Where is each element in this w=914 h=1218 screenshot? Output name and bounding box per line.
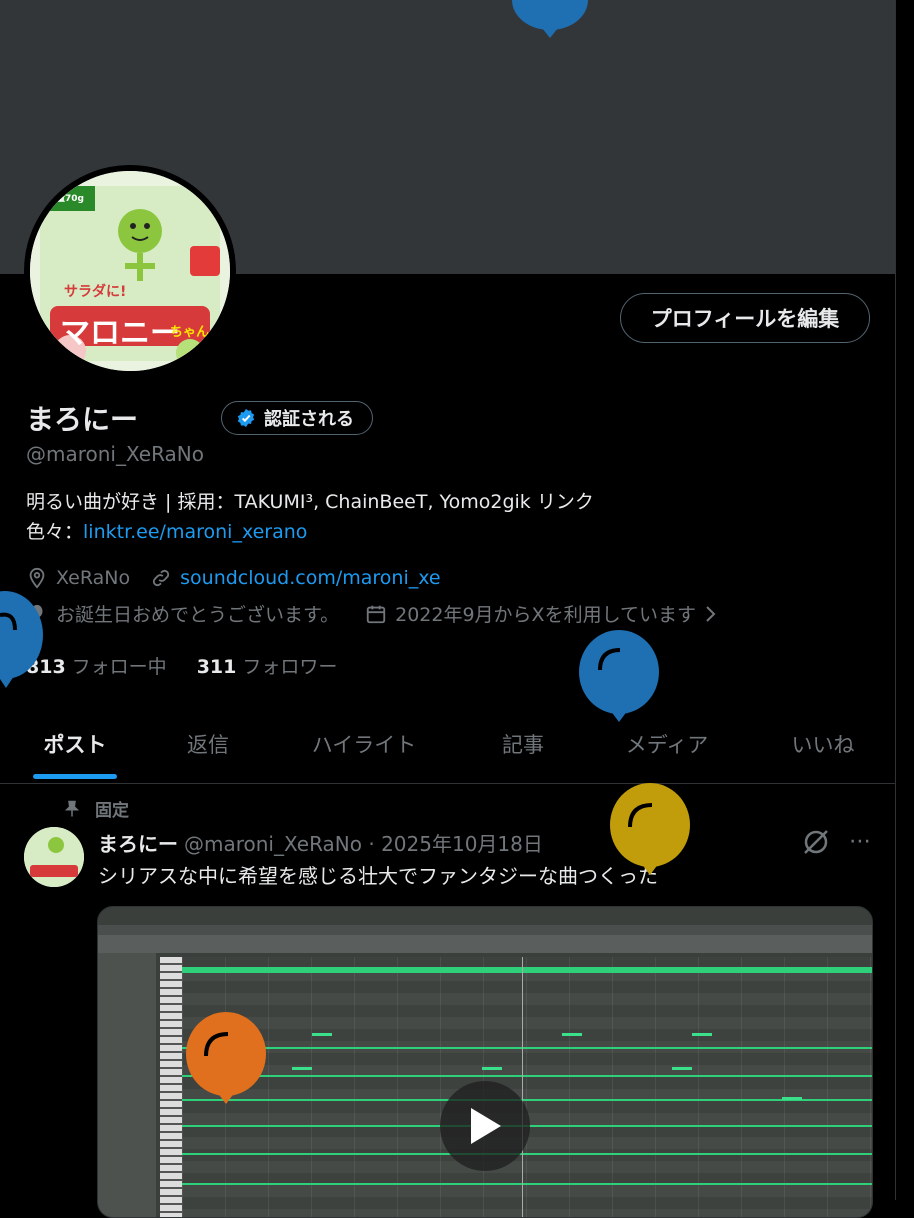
bio-line-1: 明るい曲が好き | 採用：TAKUMI³, ChainBeeT, Yomo2gi… (26, 491, 594, 513)
bio-link[interactable]: linktr.ee/maroni_xerano (83, 521, 307, 543)
daw-piano-roll (182, 957, 872, 1217)
profile-meta-row-2: お誕生日おめでとうございます。 2022年9月からXを利用しています (26, 600, 720, 627)
following-label: フォロー中 (71, 656, 167, 678)
pinned-indicator: 固定 (63, 796, 129, 821)
location-text: XeRaNo (56, 567, 131, 589)
avatar-badge-text: 内容量70g (38, 194, 84, 204)
play-icon (471, 1108, 501, 1144)
profile-bio: 明るい曲が好き | 採用：TAKUMI³, ChainBeeT, Yomo2gi… (26, 487, 866, 547)
profile-handle: @maroni_XeRaNo (26, 442, 205, 466)
right-divider (895, 0, 914, 1200)
location-icon (29, 567, 45, 589)
balloon-icon (0, 591, 43, 688)
avatar-slogan-text: サラダに! (64, 284, 127, 300)
active-tab-indicator (33, 774, 117, 779)
profile-meta-row-1: XeRaNo soundcloud.com/maroni_xe (26, 567, 441, 589)
balloon-icon (186, 1012, 266, 1104)
tweet-header: まろにー @maroni_XeRaNo · 2025年10月18日 (98, 828, 543, 857)
bio-line-2-prefix: 色々： (26, 521, 84, 543)
balloon-icon (512, 0, 588, 38)
followers-count: 311 (196, 656, 237, 678)
tab-posts[interactable]: ポスト (0, 705, 150, 783)
video-play-button[interactable] (440, 1081, 530, 1171)
profile-avatar[interactable]: 内容量70g サラダに! マロニー ちゃん (24, 165, 236, 377)
pinned-label: 固定 (95, 801, 129, 821)
tweet-author-name[interactable]: まろにー (98, 832, 178, 856)
pin-icon (64, 800, 80, 816)
avatar-product-text: マロニー (60, 316, 180, 351)
profile-tabs: ポスト 返信 ハイライト 記事 メディア いいね (0, 705, 896, 784)
avatar-suffix-text: ちゃん (170, 325, 210, 340)
tab-likes[interactable]: いいね (750, 705, 896, 783)
daw-menubar (98, 925, 872, 935)
balloon-icon (610, 783, 690, 875)
profile-name: まろにー (26, 403, 139, 436)
tweet-avatar[interactable] (24, 827, 84, 887)
grok-icon[interactable] (802, 828, 830, 856)
balloon-icon (579, 630, 659, 722)
followers-link[interactable]: 311 フォロワー (197, 652, 338, 679)
followers-label: フォロワー (242, 656, 338, 678)
birthday-text: お誕生日おめでとうございます。 (56, 604, 340, 626)
follow-stats: 813 フォロー中 311 フォロワー (26, 652, 337, 679)
more-icon[interactable]: ⋯ (846, 828, 874, 856)
daw-piano-keys (160, 957, 182, 1217)
tab-articles[interactable]: 記事 (462, 705, 584, 783)
edit-profile-button[interactable]: プロフィールを編集 (620, 293, 870, 343)
tab-highlights[interactable]: ハイライト (266, 705, 462, 783)
calendar-icon (366, 605, 386, 623)
website-link[interactable]: soundcloud.com/maroni_xe (180, 567, 440, 589)
tweet-text: シリアスな中に希望を感じる壮大でファンタジーな曲つくった (98, 864, 658, 888)
joined-text[interactable]: 2022年9月からXを利用しています (395, 600, 696, 627)
verified-badge-icon (237, 408, 255, 428)
daw-inspector-panel (98, 953, 156, 1217)
chevron-right-icon[interactable] (702, 603, 720, 625)
tweet-handle-date[interactable]: @maroni_XeRaNo · 2025年10月18日 (184, 832, 543, 856)
avatar-image: 内容量70g サラダに! マロニー ちゃん (30, 171, 230, 371)
get-verified-button[interactable]: 認証される (221, 401, 373, 435)
tab-replies[interactable]: 返信 (150, 705, 266, 783)
verify-label: 認証される (264, 409, 354, 430)
link-icon (153, 569, 170, 587)
